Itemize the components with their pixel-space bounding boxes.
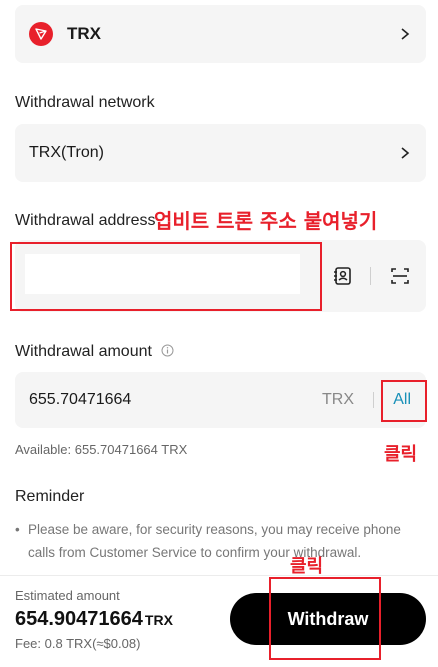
annotation-paste-address: 업비트 트론 주소 붙여넣기: [154, 209, 378, 233]
coin-selector[interactable]: TRX: [15, 5, 426, 63]
network-value: TRX(Tron): [29, 144, 104, 161]
scan-icon[interactable]: [390, 266, 410, 286]
amount-unit: TRX: [322, 391, 354, 408]
reminder-title: Reminder: [15, 488, 85, 505]
amount-label: Withdrawal amount: [15, 343, 174, 361]
bullet: •: [15, 522, 20, 537]
reminder-text-block: • Please be aware, for security reasons,…: [15, 518, 430, 564]
amount-label-text: Withdrawal amount: [15, 343, 152, 360]
chevron-right-icon: [401, 28, 410, 40]
annotation-box-withdraw: [269, 577, 381, 660]
annotation-click-withdraw: 클릭: [290, 556, 324, 577]
fee-text: Fee: 0.8 TRX(≈$0.08): [15, 636, 141, 651]
divider: [370, 267, 371, 285]
reminder-text: Please be aware, for security reasons, y…: [28, 522, 401, 560]
amount-field[interactable]: 655.70471664 TRX All: [15, 372, 426, 428]
address-book-icon[interactable]: [333, 266, 353, 286]
estimated-amount-label: Estimated amount: [15, 588, 120, 603]
network-selector[interactable]: TRX(Tron): [15, 124, 426, 182]
annotation-click-all: 클릭: [384, 444, 418, 465]
available-balance: Available: 655.70471664 TRX: [15, 442, 188, 457]
annotation-box-all: [381, 380, 427, 422]
network-label: Withdrawal network: [15, 94, 155, 111]
estimated-amount-unit: TRX: [144, 612, 173, 628]
chevron-right-icon: [401, 147, 410, 159]
amount-value[interactable]: 655.70471664: [29, 391, 131, 409]
divider: [373, 392, 374, 408]
address-label: Withdrawal address: [15, 212, 156, 229]
tron-logo-icon: [29, 22, 53, 46]
estimated-amount: 654.90471664 TRX: [15, 608, 173, 631]
annotation-box-address: [10, 242, 322, 311]
estimated-amount-value: 654.90471664: [15, 608, 143, 630]
coin-name: TRX: [67, 24, 101, 43]
info-icon[interactable]: [161, 344, 174, 357]
